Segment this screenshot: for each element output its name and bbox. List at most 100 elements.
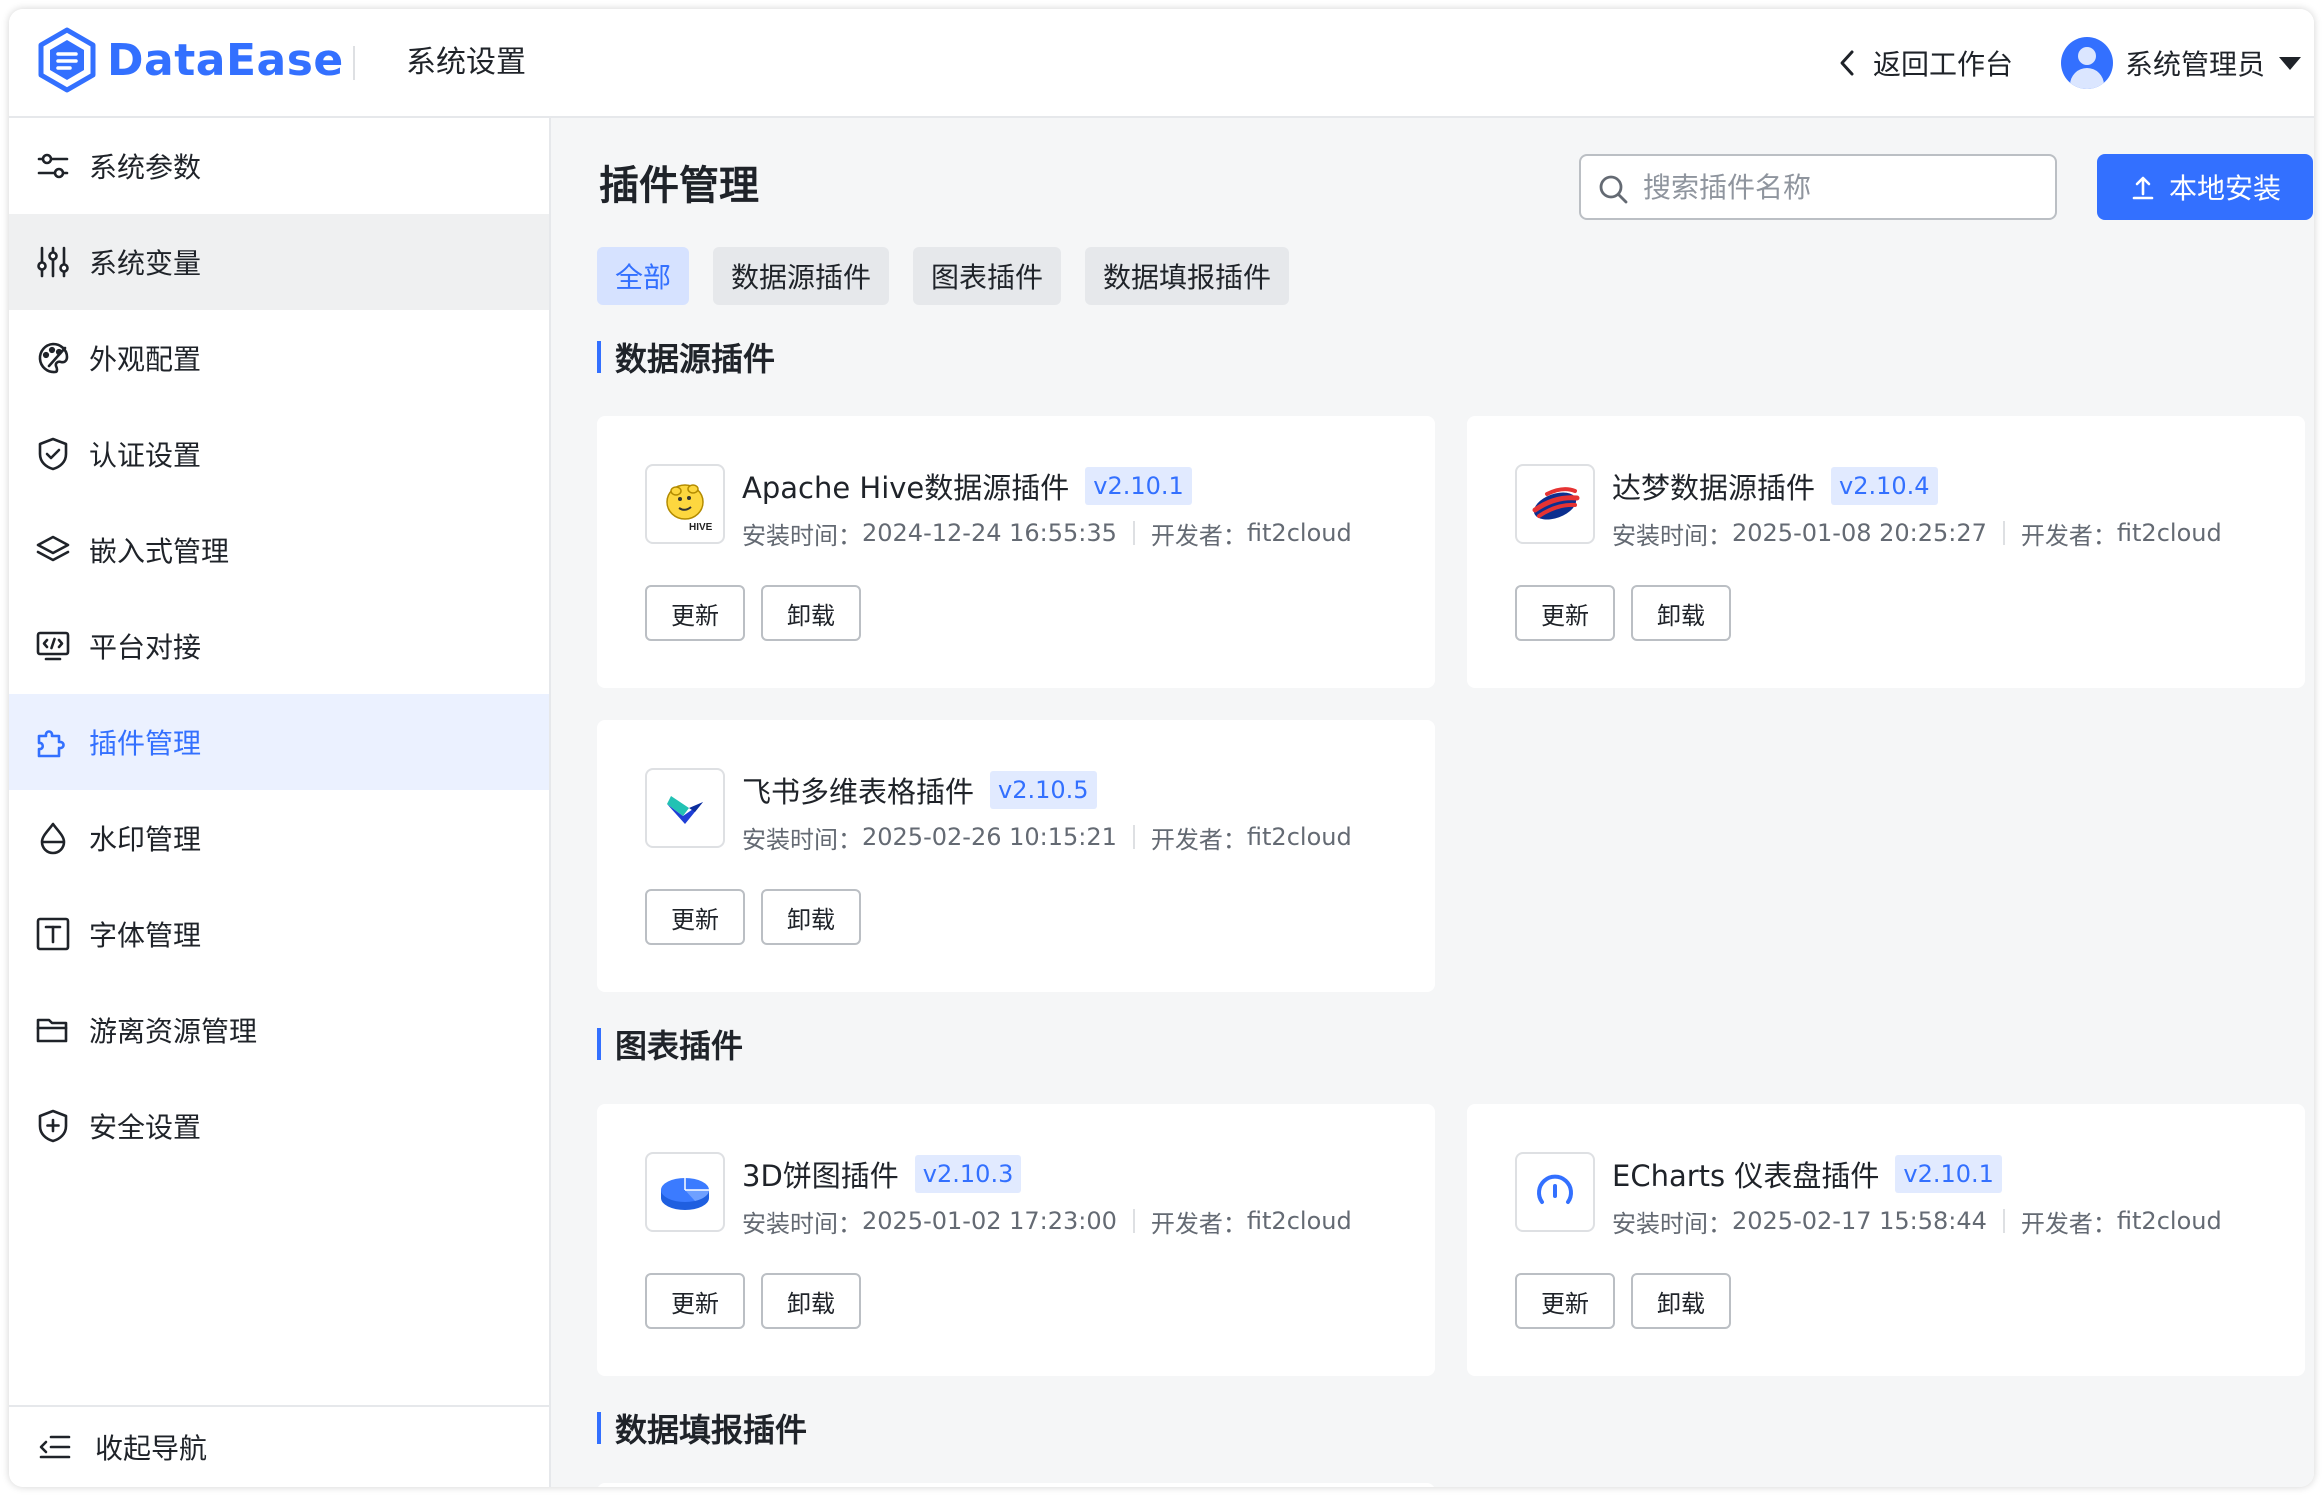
update-button[interactable]: 更新 xyxy=(645,889,745,945)
developer-label: 开发者： xyxy=(2020,521,2117,550)
sidebar-item-platform[interactable]: 平台对接 xyxy=(9,598,549,694)
folder-icon xyxy=(35,1012,71,1048)
collapse-nav-label: 收起导航 xyxy=(95,1432,208,1465)
uninstall-button[interactable]: 卸载 xyxy=(761,1273,861,1329)
uninstall-button[interactable]: 卸载 xyxy=(1631,585,1731,641)
sidebar-item-label: 认证设置 xyxy=(89,439,202,472)
sidebar-item-appearance[interactable]: 外观配置 xyxy=(9,310,549,406)
developer: fit2cloud xyxy=(2116,1207,2222,1235)
search-input[interactable] xyxy=(1643,166,2043,208)
install-time: 2025-01-08 20:25:27 xyxy=(1732,519,1987,547)
main-content: 插件管理 本地安装 全部 数据源插件 图表插件 数据填报插件 数据源插件 xyxy=(551,118,2314,1487)
version-badge: v2.10.1 xyxy=(1085,467,1192,505)
install-time: 2025-01-02 17:23:00 xyxy=(862,1207,1117,1235)
plugin-name: ECharts 仪表盘插件 xyxy=(1612,1159,1880,1193)
install-time-label: 安装时间： xyxy=(742,1209,862,1238)
tab-data-filling[interactable]: 数据填报插件 xyxy=(1085,247,1290,305)
sidebar-item-label: 外观配置 xyxy=(89,343,202,376)
plugin-filter-tabs: 全部 数据源插件 图表插件 数据填报插件 xyxy=(597,247,1313,305)
sidebar-item-embedded[interactable]: 嵌入式管理 xyxy=(9,502,549,598)
sidebar-item-label: 平台对接 xyxy=(89,631,202,664)
sliders-icon xyxy=(35,148,71,184)
developer: fit2cloud xyxy=(1246,823,1352,851)
install-time: 2024-12-24 16:55:35 xyxy=(862,519,1117,547)
sidebar-item-label: 安全设置 xyxy=(89,1111,202,1144)
header-divider xyxy=(353,46,355,80)
version-badge: v2.10.4 xyxy=(1831,467,1938,505)
plugin-card: 达梦数据源插件 v2.10.4 安装时间： 2025-01-08 20:25:2… xyxy=(1467,416,2305,688)
update-button[interactable]: 更新 xyxy=(645,1273,745,1329)
local-install-label: 本地安装 xyxy=(2168,172,2281,205)
sidebar-item-font[interactable]: 字体管理 xyxy=(9,886,549,982)
sidebar-item-watermark[interactable]: 水印管理 xyxy=(9,790,549,886)
update-button[interactable]: 更新 xyxy=(645,585,745,641)
uninstall-button[interactable]: 卸载 xyxy=(761,585,861,641)
install-time-label: 安装时间： xyxy=(1612,1209,1732,1238)
uninstall-button[interactable]: 卸载 xyxy=(1631,1273,1731,1329)
search-icon xyxy=(1599,175,1628,204)
sidebar-item-security[interactable]: 安全设置 xyxy=(9,1078,549,1174)
install-time-label: 安装时间： xyxy=(742,825,862,854)
plugin-name: 达梦数据源插件 xyxy=(1612,471,1816,505)
plugin-card: HIVE Apache Hive数据源插件 v2.10.1 安装时间： 2024… xyxy=(597,416,1435,688)
tab-chart[interactable]: 图表插件 xyxy=(913,247,1062,305)
collapse-menu-icon xyxy=(39,1435,71,1459)
font-icon xyxy=(35,916,71,952)
avatar xyxy=(2061,37,2113,89)
hive-logo: HIVE xyxy=(645,464,725,544)
header-title: 系统设置 xyxy=(406,45,526,80)
install-time-label: 安装时间： xyxy=(1612,521,1732,550)
section-title-chart: 图表插件 xyxy=(597,1024,743,1065)
palette-icon xyxy=(35,340,71,376)
sidebar-item-label: 游离资源管理 xyxy=(89,1015,258,1048)
version-badge: v2.10.3 xyxy=(914,1155,1022,1193)
dataease-logo-icon xyxy=(38,27,96,93)
sidebar-item-orphan-resources[interactable]: 游离资源管理 xyxy=(9,982,549,1078)
plugin-name: 飞书多维表格插件 xyxy=(742,775,975,809)
install-time: 2025-02-17 15:58:44 xyxy=(1732,1207,1987,1235)
uninstall-button[interactable]: 卸载 xyxy=(761,889,861,945)
sidebar-item-system-variables[interactable]: 系统变量 xyxy=(9,214,549,310)
plugin-meta: 安装时间： 2025-01-08 20:25:27 开发者： fit2cloud xyxy=(1612,516,2222,550)
variable-icon xyxy=(35,244,71,280)
tab-datasource[interactable]: 数据源插件 xyxy=(713,247,890,305)
version-badge: v2.10.1 xyxy=(1895,1155,2002,1193)
dataease-logo[interactable]: DataEase xyxy=(37,27,344,93)
shield-plus-icon xyxy=(35,1108,71,1144)
plugin-meta: 安装时间： 2024-12-24 16:55:35 开发者： fit2cloud xyxy=(742,516,1352,550)
logo-text: DataEase xyxy=(107,34,344,86)
update-button[interactable]: 更新 xyxy=(1515,1273,1615,1329)
sidebar-item-label: 水印管理 xyxy=(89,823,202,856)
plugin-meta: 安装时间： 2025-02-26 10:15:21 开发者： fit2cloud xyxy=(742,820,1352,854)
sidebar-item-plugin-management[interactable]: 插件管理 xyxy=(9,694,549,790)
layers-icon xyxy=(35,532,71,568)
section-title-data-filling: 数据填报插件 xyxy=(597,1408,808,1449)
app-window: DataEase 系统设置 返回工作台 系统管理员 系统参数 系统变量 外观配置… xyxy=(9,9,2314,1487)
chevron-left-icon xyxy=(1840,50,1854,76)
user-menu[interactable]: 系统管理员 xyxy=(2061,35,2302,91)
dameng-logo xyxy=(1515,464,1595,544)
sidebar-item-label: 插件管理 xyxy=(89,727,202,760)
local-install-button[interactable]: 本地安装 xyxy=(2097,154,2313,220)
plugin-card: 3D饼图插件 v2.10.3 安装时间： 2025-01-02 17:23:00… xyxy=(597,1104,1435,1376)
plugin-card: 飞书多维表格插件 v2.10.5 安装时间： 2025-02-26 10:15:… xyxy=(597,720,1435,992)
sidebar: 系统参数 系统变量 外观配置 认证设置 嵌入式管理 平台对接 插件管理 水印管理… xyxy=(9,118,551,1487)
sidebar-item-label: 系统变量 xyxy=(89,247,202,280)
sidebar-item-label: 系统参数 xyxy=(89,151,202,184)
sidebar-item-auth-settings[interactable]: 认证设置 xyxy=(9,406,549,502)
plugin-card: ECharts 仪表盘插件 v2.10.1 安装时间： 2025-02-17 1… xyxy=(1467,1104,2305,1376)
section-title-datasource: 数据源插件 xyxy=(597,337,776,378)
section-title-text: 数据源插件 xyxy=(615,340,776,378)
update-button[interactable]: 更新 xyxy=(1515,585,1615,641)
pie3d-logo xyxy=(645,1152,725,1232)
section-title-text: 数据填报插件 xyxy=(615,1411,808,1449)
svg-text:HIVE: HIVE xyxy=(689,522,713,533)
back-to-workbench-link[interactable]: 返回工作台 xyxy=(1835,43,2013,83)
tab-all[interactable]: 全部 xyxy=(597,247,690,305)
sidebar-item-label: 字体管理 xyxy=(89,919,202,952)
developer: fit2cloud xyxy=(1246,519,1352,547)
developer-label: 开发者： xyxy=(1150,521,1247,550)
collapse-nav-button[interactable]: 收起导航 xyxy=(9,1405,549,1487)
sidebar-item-system-params[interactable]: 系统参数 xyxy=(9,118,549,214)
developer-label: 开发者： xyxy=(1150,825,1247,854)
